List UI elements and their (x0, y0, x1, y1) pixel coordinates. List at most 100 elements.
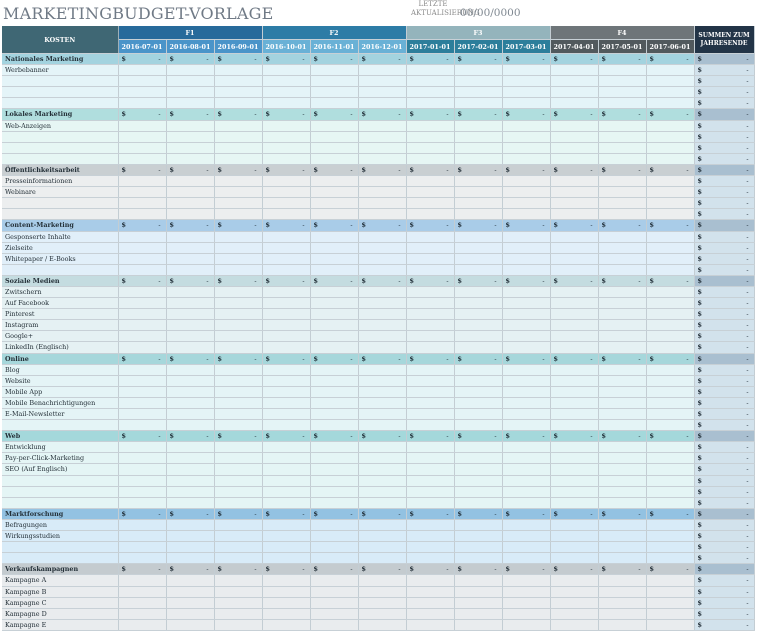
month-amount-cell[interactable] (358, 597, 407, 609)
month-amount-cell[interactable] (214, 175, 263, 188)
month-amount-cell[interactable] (214, 541, 263, 554)
year-end-sum-cell[interactable]: $ - (693, 552, 755, 565)
year-end-sum-cell[interactable]: $ - (693, 64, 755, 77)
month-amount-cell[interactable] (454, 419, 503, 432)
month-amount-cell[interactable] (646, 597, 695, 609)
month-amount-cell[interactable] (598, 97, 647, 110)
item-label[interactable]: Whitepaper / E-Books (2, 253, 119, 265)
month-amount-cell[interactable] (262, 530, 311, 543)
month-amount-cell[interactable] (118, 242, 167, 254)
month-amount-cell[interactable]: $ - (166, 219, 215, 232)
month-amount-cell[interactable] (118, 264, 167, 276)
month-amount-cell[interactable] (358, 264, 407, 276)
month-amount-cell[interactable] (166, 419, 215, 432)
month-amount-cell[interactable] (502, 297, 551, 310)
month-amount-cell[interactable] (358, 530, 407, 543)
month-amount-cell[interactable] (214, 297, 263, 310)
month-amount-cell[interactable] (454, 197, 503, 210)
month-amount-cell[interactable] (166, 364, 215, 376)
month-amount-cell[interactable]: $ - (118, 275, 167, 287)
month-amount-cell[interactable] (502, 131, 551, 143)
month-amount-cell[interactable]: $ - (406, 353, 455, 365)
category-label[interactable]: Marktforschung (2, 508, 119, 520)
item-label[interactable] (2, 497, 119, 509)
month-amount-cell[interactable] (262, 619, 311, 631)
month-amount-cell[interactable] (166, 208, 215, 221)
item-label[interactable]: Auf Facebook (2, 297, 119, 310)
month-amount-cell[interactable] (646, 97, 695, 110)
month-amount-cell[interactable] (310, 264, 359, 276)
year-end-sum-cell[interactable]: $ - (693, 386, 755, 398)
year-end-sum-cell[interactable]: $ - (693, 197, 755, 210)
month-amount-cell[interactable] (454, 386, 503, 398)
month-amount-cell[interactable]: $ - (118, 508, 167, 520)
month-amount-cell[interactable] (454, 541, 503, 554)
month-amount-cell[interactable] (262, 319, 311, 332)
month-amount-cell[interactable]: $ - (310, 275, 359, 287)
month-amount-cell[interactable] (406, 441, 455, 454)
month-amount-cell[interactable] (646, 364, 695, 376)
month-amount-cell[interactable] (502, 264, 551, 276)
month-amount-cell[interactable] (310, 441, 359, 454)
month-amount-cell[interactable] (262, 463, 311, 476)
category-label[interactable]: Öffentlichkeitsarbeit (2, 164, 119, 177)
month-amount-cell[interactable] (454, 242, 503, 254)
month-amount-cell[interactable] (550, 286, 599, 299)
year-end-sum-cell[interactable]: $ - (693, 608, 755, 620)
month-amount-cell[interactable] (118, 131, 167, 143)
month-amount-cell[interactable] (406, 519, 455, 532)
month-amount-cell[interactable] (262, 486, 311, 498)
month-amount-cell[interactable] (550, 153, 599, 165)
month-amount-cell[interactable] (502, 231, 551, 243)
month-amount-cell[interactable] (550, 452, 599, 465)
year-end-sum-cell[interactable]: $ - (693, 408, 755, 421)
item-label[interactable] (2, 208, 119, 221)
month-amount-cell[interactable] (166, 142, 215, 154)
month-amount-cell[interactable] (550, 419, 599, 432)
month-amount-cell[interactable] (550, 208, 599, 221)
month-amount-cell[interactable] (166, 519, 215, 532)
year-end-sum-cell[interactable]: $ - (693, 164, 755, 177)
item-label[interactable] (2, 486, 119, 498)
month-amount-cell[interactable] (598, 586, 647, 598)
month-amount-cell[interactable] (550, 297, 599, 310)
month-amount-cell[interactable] (598, 386, 647, 398)
item-label[interactable]: Website (2, 375, 119, 387)
month-amount-cell[interactable] (214, 586, 263, 598)
item-label[interactable]: SEO (Auf Englisch) (2, 463, 119, 476)
month-amount-cell[interactable] (406, 541, 455, 554)
month-amount-cell[interactable] (310, 463, 359, 476)
month-amount-cell[interactable] (310, 231, 359, 243)
month-amount-cell[interactable] (214, 486, 263, 498)
month-amount-cell[interactable] (310, 186, 359, 199)
month-amount-cell[interactable] (502, 197, 551, 210)
month-amount-cell[interactable] (118, 197, 167, 210)
month-amount-cell[interactable] (166, 97, 215, 110)
month-amount-cell[interactable] (358, 319, 407, 332)
month-amount-cell[interactable] (310, 319, 359, 332)
month-amount-cell[interactable] (646, 297, 695, 310)
month-amount-cell[interactable] (310, 86, 359, 99)
month-amount-cell[interactable] (598, 375, 647, 387)
month-amount-cell[interactable] (454, 375, 503, 387)
month-amount-cell[interactable] (454, 186, 503, 199)
month-amount-cell[interactable] (166, 242, 215, 254)
month-amount-cell[interactable] (358, 341, 407, 354)
month-amount-cell[interactable] (502, 608, 551, 620)
year-end-sum-cell[interactable]: $ - (693, 375, 755, 387)
month-amount-cell[interactable] (358, 286, 407, 299)
month-amount-cell[interactable] (358, 541, 407, 554)
month-amount-cell[interactable] (310, 552, 359, 565)
month-amount-cell[interactable] (646, 175, 695, 188)
month-amount-cell[interactable] (262, 419, 311, 432)
month-amount-cell[interactable]: $ - (406, 219, 455, 232)
month-amount-cell[interactable] (118, 341, 167, 354)
year-end-sum-cell[interactable]: $ - (693, 541, 755, 554)
month-amount-cell[interactable]: $ - (358, 219, 407, 232)
month-amount-cell[interactable] (310, 397, 359, 410)
month-amount-cell[interactable] (550, 253, 599, 265)
item-label[interactable]: Mobile Benachrichtigungen (2, 397, 119, 410)
month-amount-cell[interactable] (358, 97, 407, 110)
month-amount-cell[interactable] (118, 153, 167, 165)
month-amount-cell[interactable] (262, 142, 311, 154)
